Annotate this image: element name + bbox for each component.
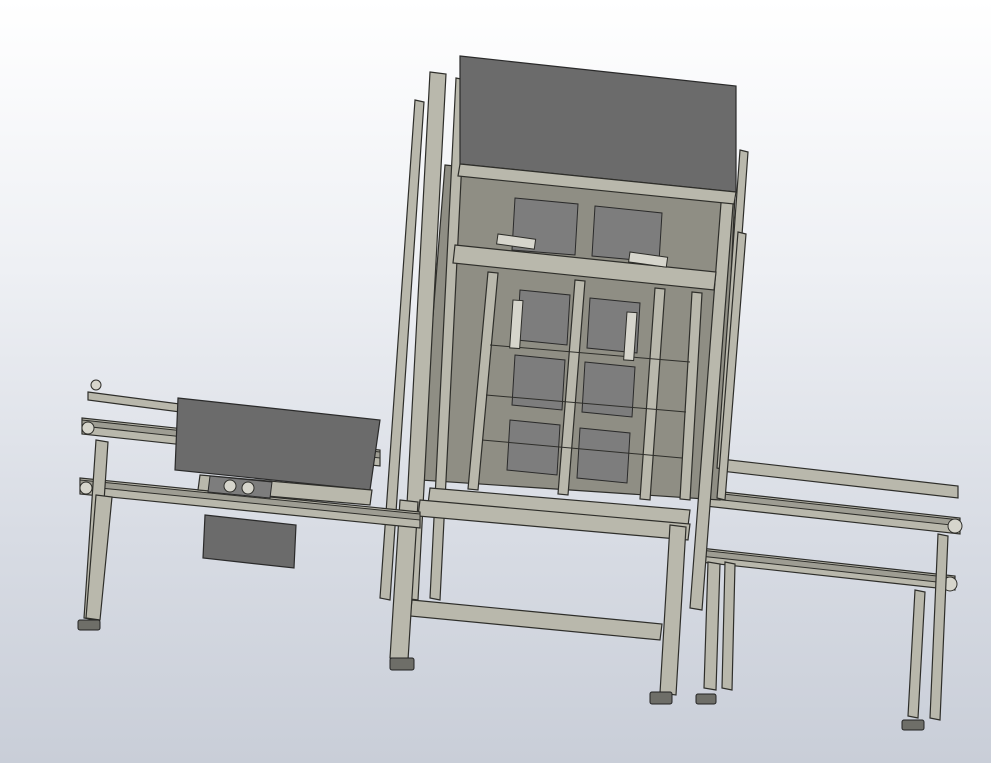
- left-hopper: [174, 397, 381, 569]
- right-conveyor-upper: [704, 457, 963, 535]
- left-conveyor-legs: [77, 439, 113, 631]
- cad-viewport[interactable]: [0, 0, 991, 763]
- machine-model: [77, 55, 963, 731]
- main-tower: [379, 55, 749, 705]
- right-conveyor-lower: [699, 547, 958, 592]
